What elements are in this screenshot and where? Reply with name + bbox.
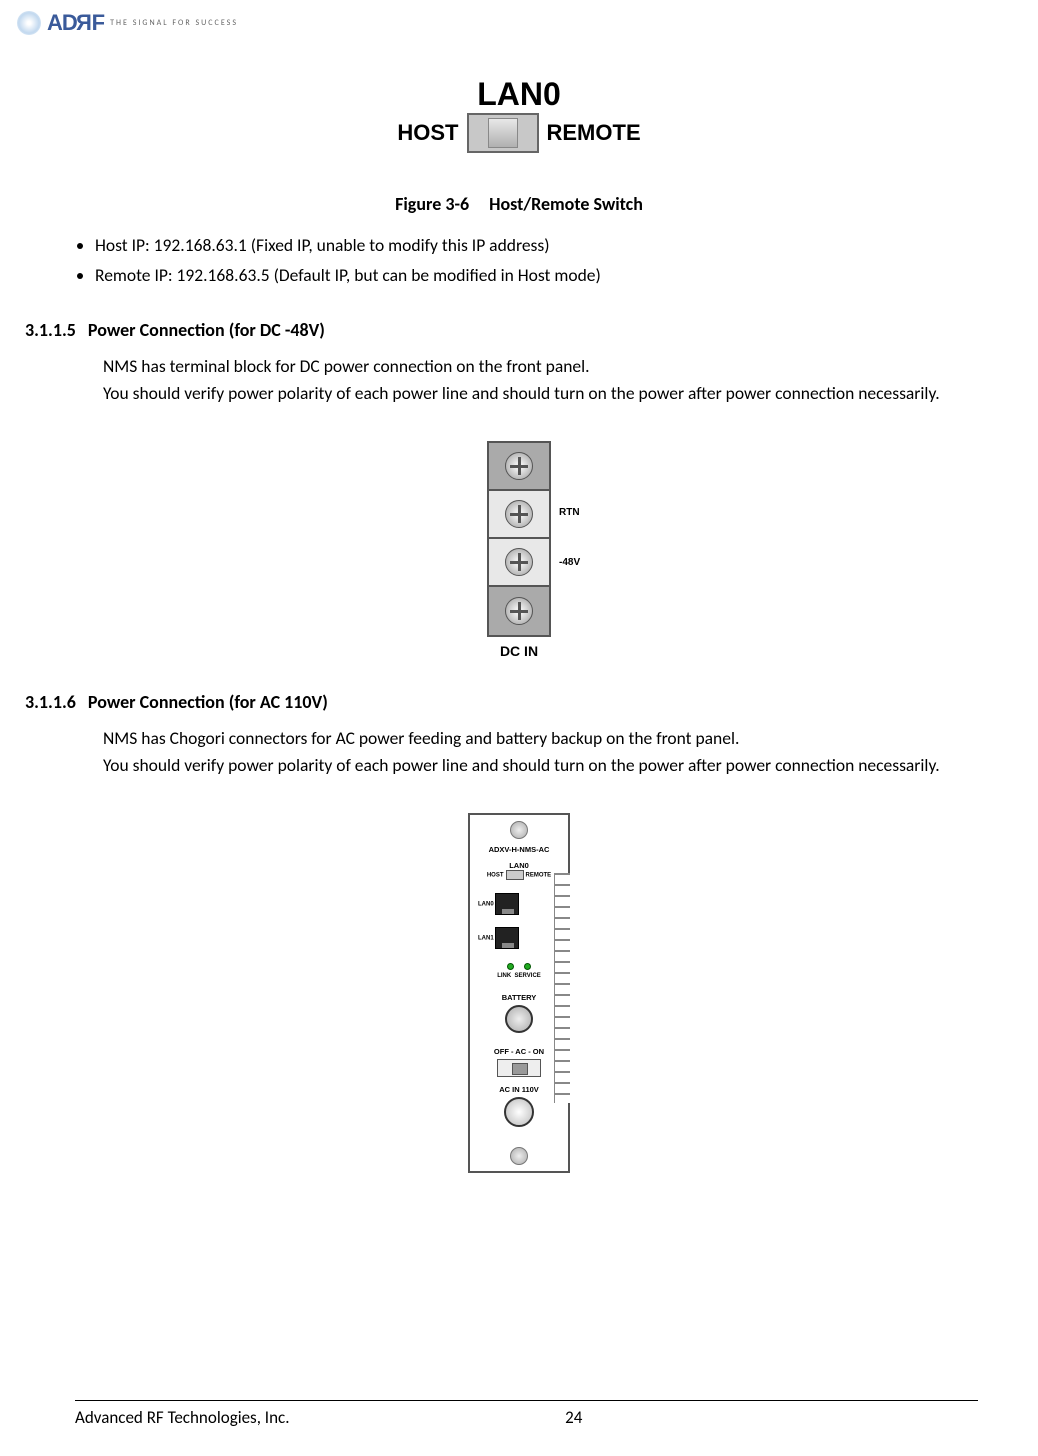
panel-screw-icon bbox=[510, 1147, 528, 1165]
section-heading-3-1-1-5: 3.1.1.5Power Connection (for DC -48V) bbox=[25, 319, 1013, 341]
figure-caption: Figure 3-6Host/Remote Switch bbox=[25, 193, 1013, 215]
battery-label: BATTERY bbox=[470, 993, 568, 1002]
terminal-screw-icon bbox=[505, 452, 533, 480]
brand-tagline: THE SIGNAL FOR SUCCESS bbox=[110, 18, 238, 28]
list-item: Remote IP: 192.168.63.5 (Default IP, but… bbox=[95, 261, 1013, 291]
led-row bbox=[470, 963, 568, 972]
panel-screw-icon bbox=[510, 821, 528, 839]
battery-connector bbox=[470, 1005, 568, 1035]
off-ac-on-label: OFF - AC - ON bbox=[470, 1047, 568, 1056]
brand-logo: ADRF THE SIGNAL FOR SUCCESS bbox=[25, 10, 1013, 36]
connector-icon bbox=[505, 1005, 533, 1033]
figure-ac-panel: ADXV-H-NMS-AC LAN0 HOSTREMOTE LAN0 LAN1 … bbox=[25, 813, 1013, 1178]
ac-in-label: AC IN 110V bbox=[470, 1085, 568, 1094]
rj45-port-icon bbox=[495, 927, 519, 949]
lan0-label: LAN0 bbox=[25, 76, 1013, 113]
terminal-screw-icon bbox=[505, 500, 533, 528]
ac-toggle bbox=[470, 1059, 568, 1079]
toggle-switch-icon bbox=[497, 1059, 541, 1077]
ac-switch-row: HOSTREMOTE bbox=[470, 870, 568, 880]
terminal-screw-icon bbox=[505, 548, 533, 576]
ac-in-connector bbox=[470, 1097, 568, 1129]
section-body: NMS has Chogori connectors for AC power … bbox=[25, 725, 1013, 779]
connector-icon bbox=[504, 1097, 534, 1127]
switch-toggle bbox=[488, 118, 518, 148]
neg48v-label: -48V bbox=[559, 557, 580, 568]
link-led-icon bbox=[507, 963, 514, 970]
remote-label: REMOTE bbox=[547, 120, 641, 146]
model-label: ADXV-H-NMS-AC bbox=[470, 845, 568, 854]
service-led-icon bbox=[524, 963, 531, 970]
rj45-port-icon bbox=[495, 893, 519, 915]
list-item: Host IP: 192.168.63.1 (Fixed IP, unable … bbox=[95, 231, 1013, 261]
terminal-screw-icon bbox=[505, 597, 533, 625]
dc-in-caption: DC IN bbox=[25, 643, 1013, 659]
figure-host-remote-switch: LAN0 HOST REMOTE bbox=[25, 76, 1013, 153]
mini-switch-icon bbox=[506, 870, 524, 880]
section-body: NMS has terminal block for DC power conn… bbox=[25, 353, 1013, 407]
footer-page-number: 24 bbox=[169, 1407, 978, 1428]
switch-body bbox=[467, 113, 539, 153]
host-label: HOST bbox=[397, 120, 458, 146]
ac-lan0-port: LAN0 bbox=[470, 893, 568, 915]
led-labels: LINK SERVICE bbox=[470, 973, 568, 979]
ac-lan0-label: LAN0 bbox=[470, 861, 568, 870]
figure-dc-in: RTN -48V DC IN bbox=[25, 441, 1013, 659]
page-footer: Advanced RF Technologies, Inc. 24 bbox=[75, 1400, 978, 1428]
ac-lan1-port: LAN1 bbox=[470, 927, 568, 949]
ip-bullet-list: Host IP: 192.168.63.1 (Fixed IP, unable … bbox=[25, 231, 1013, 291]
rtn-label: RTN bbox=[559, 507, 580, 518]
section-heading-3-1-1-6: 3.1.1.6Power Connection (for AC 110V) bbox=[25, 691, 1013, 713]
